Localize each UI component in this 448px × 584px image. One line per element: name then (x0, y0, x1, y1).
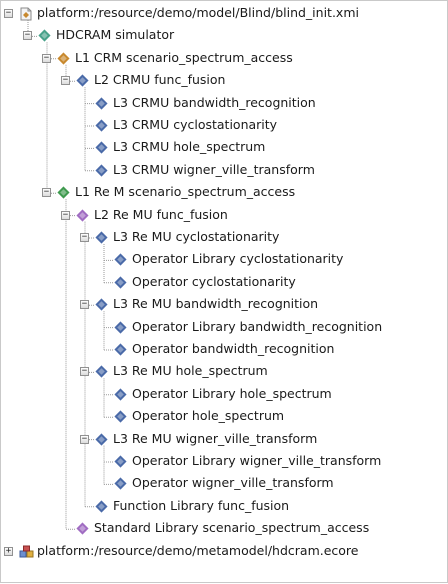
tree-node-label[interactable]: L1 CRM scenario_spectrum_access (75, 50, 293, 65)
diamond-blue-icon (114, 477, 127, 490)
diamond-blue-icon (95, 164, 108, 177)
collapse-toggle[interactable]: − (61, 76, 70, 86)
collapse-toggle[interactable]: − (80, 233, 89, 242)
tree-connector-lines (27, 20, 114, 530)
diamond-blue-icon (95, 141, 108, 154)
tree-node-label[interactable]: L3 CRMU wigner_ville_transform (113, 162, 315, 177)
diamond-blue-icon (95, 231, 108, 244)
tree-node-label[interactable]: platform:/resource/demo/metamodel/hdcram… (37, 543, 358, 558)
tree-node-label[interactable]: L3 CRMU bandwidth_recognition (113, 95, 316, 110)
collapse-toggle[interactable]: − (80, 300, 89, 310)
tree-node-label[interactable]: L3 Re MU bandwidth_recognition (113, 296, 318, 311)
diamond-blue-icon (76, 74, 89, 87)
tree-node-label[interactable]: L2 CRMU func_fusion (94, 72, 225, 87)
tree-node-label[interactable]: Standard Library scenario_spectrum_acces… (94, 520, 369, 535)
tree-node-label[interactable]: Operator cyclostationarity (132, 274, 296, 289)
diamond-blue-icon (95, 365, 108, 378)
tree-node-label[interactable]: HDCRAM simulator (56, 27, 174, 42)
collapse-toggle[interactable]: − (23, 31, 32, 41)
collapse-toggle[interactable]: − (61, 210, 70, 220)
diamond-blue-icon (95, 298, 108, 311)
diamond-blue-icon (95, 119, 108, 132)
tree-node-label[interactable]: Function Library func_fusion (113, 498, 289, 513)
diamond-blue-icon (114, 388, 127, 401)
diamond-blue-icon (114, 253, 127, 266)
tree-node-label[interactable]: L2 Re MU func_fusion (94, 207, 228, 222)
tree-node-label[interactable]: Operator Library wigner_ville_transform (132, 453, 381, 468)
diamond-blue-icon (114, 276, 127, 289)
diamond-green-icon (57, 186, 70, 199)
tree-node-label[interactable]: platform:/resource/demo/model/Blind/blin… (37, 5, 359, 20)
tree-node-label[interactable]: L3 CRMU cyclostationarity (113, 117, 277, 132)
tree-node-label[interactable]: L3 CRMU hole_spectrum (113, 139, 265, 154)
tree-node-label[interactable]: Operator wigner_ville_transform (132, 475, 334, 490)
collapse-toggle[interactable]: − (42, 53, 51, 63)
diamond-blue-icon (114, 410, 127, 423)
model-tree-view[interactable]: − platform:/resource/demo/model/Blind/bli… (0, 0, 448, 583)
diamond-purple-icon (76, 209, 89, 222)
tree-node-label[interactable]: Operator Library hole_spectrum (132, 386, 332, 401)
diamond-blue-icon (95, 97, 108, 110)
diamond-blue-icon (95, 500, 108, 513)
collapse-toggle[interactable]: − (4, 9, 13, 18)
diamond-blue-icon (95, 433, 108, 446)
diamond-orange-icon (57, 52, 70, 65)
tree-node-label[interactable]: Operator Library cyclostationarity (132, 251, 343, 266)
model-file-icon (19, 7, 32, 21)
expand-toggle[interactable]: + (4, 546, 13, 556)
collapse-toggle[interactable]: − (42, 188, 51, 198)
diamond-blue-icon (114, 321, 127, 334)
diamond-purple-icon (76, 522, 89, 535)
collapse-toggle[interactable]: − (80, 367, 89, 377)
diamond-blue-icon (114, 343, 127, 356)
tree-node-label[interactable]: Operator hole_spectrum (132, 408, 284, 423)
tree-node-label[interactable]: L1 Re M scenario_spectrum_access (75, 184, 295, 199)
collapse-toggle[interactable]: − (80, 434, 89, 444)
tree-node-label[interactable]: Operator Library bandwidth_recognition (132, 319, 382, 334)
tree-node-label[interactable]: L3 Re MU wigner_ville_transform (113, 431, 317, 446)
tree-node-label[interactable]: L3 Re MU hole_spectrum (113, 363, 268, 378)
tree-node-label[interactable]: Operator bandwidth_recognition (132, 341, 334, 356)
diamond-teal-icon (38, 29, 51, 42)
diamond-blue-icon (114, 455, 127, 468)
tree-node-label[interactable]: L3 Re MU cyclostationarity (113, 229, 279, 244)
ecore-package-icon (19, 545, 34, 558)
